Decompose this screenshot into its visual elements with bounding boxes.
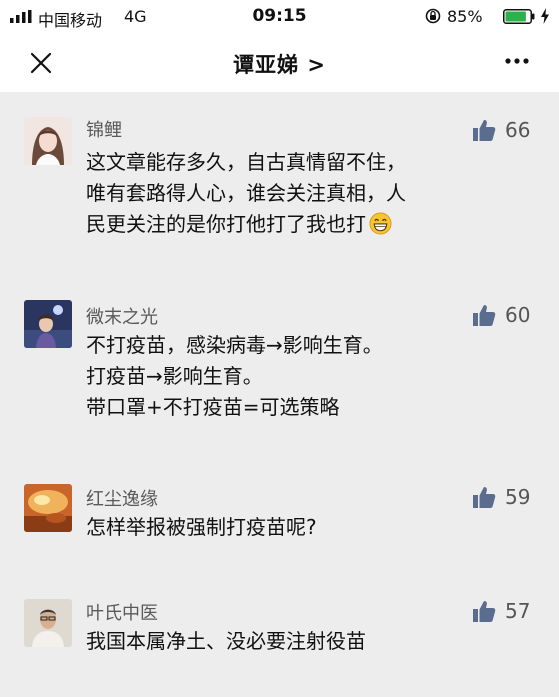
like-count: 59	[505, 485, 531, 509]
comment-line: 打疫苗→影响生育。	[86, 364, 263, 388]
comment-list: 锦鲤 66 这文章能存多久，自古真情留不住， 唯有套路得人心，谁会关注真相，人 …	[0, 92, 559, 697]
comment-line: 民更关注的是你打他打了我也打	[86, 209, 536, 240]
avatar[interactable]	[24, 599, 72, 647]
comment-line: 怎样举报被强制打疫苗呢?	[86, 515, 317, 539]
comment-item: 红尘逸缘 59 怎样举报被强制打疫苗呢?	[0, 472, 559, 587]
comment-line: 带口罩+不打疫苗=可选策略	[86, 395, 340, 419]
charging-icon	[541, 8, 549, 24]
comment-line: 不打疫苗，感染病毒→影响生育。	[86, 333, 383, 357]
comment-username[interactable]: 叶氏中医	[86, 599, 158, 625]
battery-icon	[503, 9, 535, 24]
avatar[interactable]	[24, 117, 72, 165]
comment-item: 微末之光 60 不打疫苗，感染病毒→影响生育。 打疫苗→影响生育。 带口罩+不打…	[0, 282, 559, 472]
like-count: 60	[505, 303, 531, 327]
page-title[interactable]: 谭亚娣 >	[0, 49, 559, 79]
comment-text: 不打疫苗，感染病毒→影响生育。 打疫苗→影响生育。 带口罩+不打疫苗=可选策略	[86, 330, 536, 423]
comment-item: 叶氏中医 57 我国本属净土、没必要注射役苗	[0, 587, 559, 697]
comment-line: 唯有套路得人心，谁会关注真相，人	[86, 181, 406, 205]
like-count: 57	[505, 599, 531, 623]
comment-line: 这文章能存多久，自古真情留不住，	[86, 150, 406, 174]
comment-item: 锦鲤 66 这文章能存多久，自古真情留不住， 唯有套路得人心，谁会关注真相，人 …	[0, 92, 559, 282]
rotation-lock-icon	[425, 8, 441, 24]
comment-line-text: 民更关注的是你打他打了我也打	[86, 212, 366, 236]
thumbs-up-icon	[473, 119, 496, 141]
avatar[interactable]	[24, 300, 72, 348]
comment-username[interactable]: 微末之光	[86, 303, 158, 329]
nav-bar: 谭亚娣 >	[0, 32, 559, 92]
comment-line: 我国本属净土、没必要注射役苗	[86, 629, 366, 653]
comment-username[interactable]: 锦鲤	[86, 116, 122, 142]
thumbs-up-icon	[473, 600, 496, 622]
more-icon[interactable]	[505, 57, 529, 65]
like-count: 66	[505, 118, 531, 142]
battery-percentage: 85%	[447, 7, 483, 26]
comment-text: 这文章能存多久，自古真情留不住， 唯有套路得人心，谁会关注真相，人 民更关注的是…	[86, 147, 536, 240]
thumbs-up-icon	[473, 304, 496, 326]
grin-emoji-icon	[369, 212, 392, 235]
comment-username[interactable]: 红尘逸缘	[86, 485, 158, 511]
comment-text: 我国本属净土、没必要注射役苗	[86, 626, 536, 657]
status-bar: 中国移动 4G 09:15 85%	[0, 0, 559, 32]
thumbs-up-icon	[473, 486, 496, 508]
avatar[interactable]	[24, 484, 72, 532]
comment-text: 怎样举报被强制打疫苗呢?	[86, 512, 536, 543]
